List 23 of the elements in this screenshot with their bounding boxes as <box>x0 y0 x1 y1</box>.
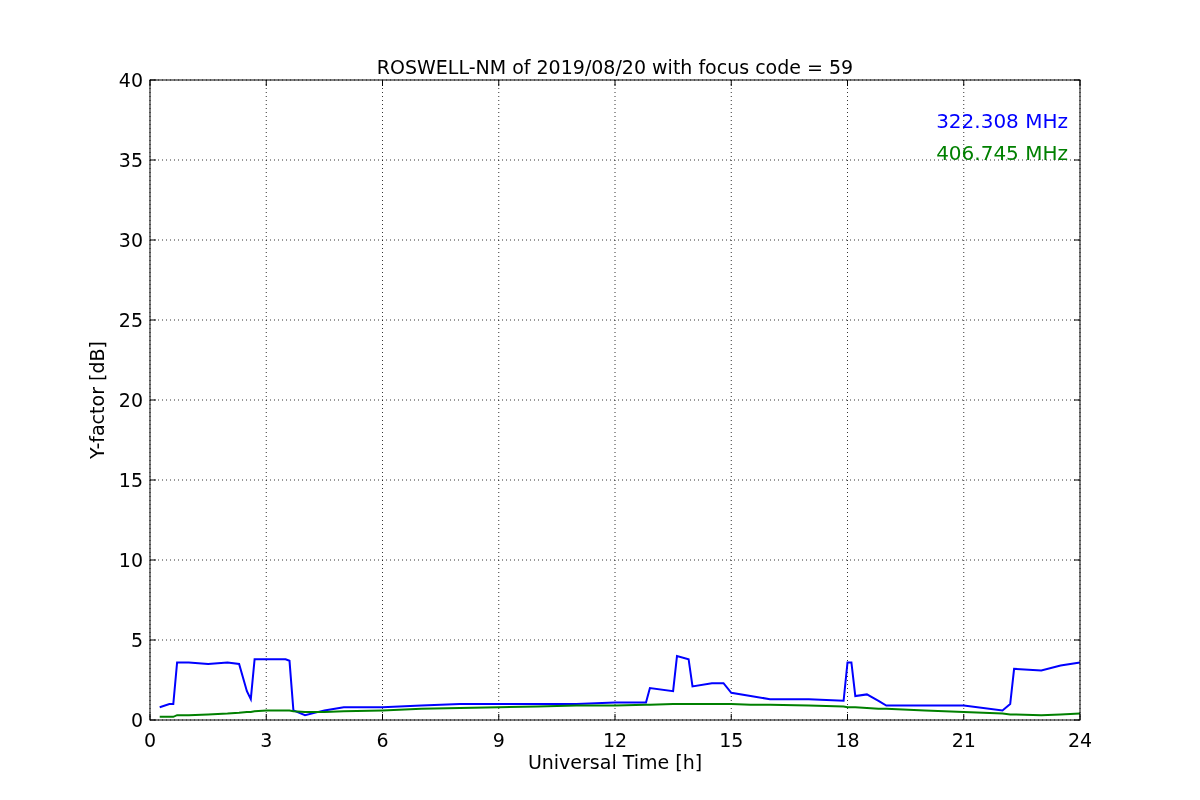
tick-label: 0 <box>130 709 143 731</box>
tick-label: 9 <box>492 729 505 751</box>
tick-label: 15 <box>118 469 143 491</box>
x-axis-label: Universal Time [h] <box>527 751 703 773</box>
tick-label: 3 <box>260 729 273 751</box>
tick-label: 20 <box>118 389 143 411</box>
tick-label: 10 <box>118 549 143 571</box>
tick-label: 6 <box>376 729 389 751</box>
y-axis-label: Y-factor [dB] <box>86 341 108 459</box>
tick-label: 5 <box>130 629 143 651</box>
tick-label: 40 <box>118 69 143 91</box>
tick-label: 30 <box>118 229 143 251</box>
tick-label: 25 <box>118 309 143 331</box>
legend-label: 406.745 MHz <box>936 141 1068 165</box>
legend-label: 322.308 MHz <box>936 109 1068 133</box>
tick-label: 12 <box>602 729 628 751</box>
chart-title: ROSWELL-NM of 2019/08/20 with focus code = 59 <box>376 56 854 78</box>
tick-label: 21 <box>951 729 976 751</box>
tick-label: 24 <box>1067 729 1093 751</box>
tick-label: 0 <box>143 729 157 751</box>
tick-label: 18 <box>835 729 860 751</box>
tick-label: 35 <box>118 149 143 171</box>
tick-label: 15 <box>719 729 744 751</box>
